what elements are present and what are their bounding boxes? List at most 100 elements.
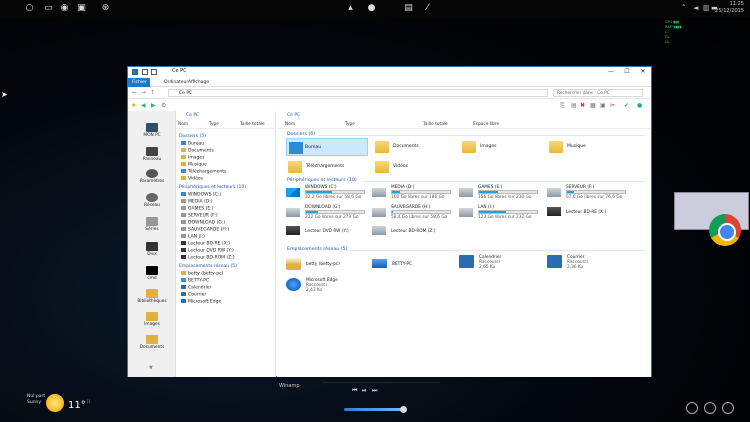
tab-fichier[interactable]: Fichier [128, 78, 150, 87]
title-bar[interactable]: Ce PC — ☐ ✕ [128, 67, 651, 78]
circle-icon[interactable]: ○ [24, 3, 35, 14]
properties-icon[interactable] [142, 69, 148, 75]
column-header-taille[interactable]: Taille totale [423, 121, 448, 129]
column-header[interactable]: Type [209, 121, 219, 129]
tab-ce-pc-left[interactable]: Ce PC [176, 111, 199, 120]
refresh-icon[interactable]: ● [637, 102, 642, 110]
monitor-icon[interactable]: ▭ [43, 3, 54, 14]
group-header-dossiers[interactable]: Dossiers (6) [287, 132, 315, 137]
maximize-button[interactable]: ☐ [619, 67, 635, 77]
nav-item[interactable]: MEDIA (D:) [181, 199, 213, 205]
steam-icon[interactable]: ⊛ [100, 3, 111, 14]
back-icon[interactable]: ← [132, 89, 137, 96]
nav-item[interactable]: Téléchargements [181, 169, 226, 175]
strip-item-images[interactable]: Images [128, 312, 176, 327]
network-item[interactable]: betty (betty-pc) [286, 257, 368, 275]
strip-item-mon-pc[interactable]: MON PC [128, 123, 176, 138]
nav-back-icon[interactable]: ◀ [141, 102, 146, 110]
nav-item[interactable]: Vidéos [181, 176, 203, 182]
radio-icon[interactable]: ▣ [76, 3, 87, 14]
strip-item-divx[interactable]: Divx [128, 242, 176, 257]
network-item[interactable]: Microsoft Edge Raccourci 2,43 Ko [286, 278, 368, 300]
check-icon[interactable]: ✔ [624, 102, 629, 110]
nav-forward-icon[interactable]: ▶ [151, 102, 156, 110]
strip-item-reseau[interactable]: Réseau [128, 193, 176, 208]
strip-item-documents[interactable]: Documents [128, 335, 176, 350]
nav-item[interactable]: Lecteur DVD RW (Y:) [181, 248, 234, 254]
nav-item[interactable]: betty (betty-pc) [181, 271, 223, 277]
nav-item[interactable]: Images [181, 155, 204, 161]
address-bar[interactable]: Ce PC [168, 89, 548, 97]
folder-item-videos[interactable]: Vidéos [375, 161, 455, 175]
nav-group[interactable]: Dossiers (5) [179, 134, 206, 139]
pen-icon[interactable]: ⁄ [422, 3, 433, 14]
nav-item[interactable]: GAMES (E:) [181, 206, 213, 212]
globe-icon[interactable]: ● [366, 3, 377, 14]
network-icon[interactable]: ▥ [703, 4, 710, 12]
drive-item[interactable]: GAMES (E:) 156 Go libres sur 230 Go [459, 185, 541, 202]
delete-icon[interactable]: ✖ [580, 102, 585, 110]
nav-group[interactable]: Périphériques et lecteurs (10) [179, 185, 246, 190]
new-folder-icon[interactable] [151, 69, 157, 75]
drive-item[interactable]: Lecteur BD-RE (X:) [547, 207, 637, 219]
nav-item[interactable]: SAUVEGARDE (H:) [181, 227, 229, 233]
column-header[interactable]: Taille totale [240, 121, 265, 129]
strip-item-series[interactable]: Séries [128, 217, 176, 232]
nav-item[interactable]: Musique [181, 162, 207, 168]
drive-item[interactable]: LAN (I:) 123 Go libres sur 232 Go [459, 205, 541, 222]
folder-item-musique[interactable]: Musique [549, 141, 629, 155]
nav-item[interactable]: Lecteur BD-ROM (Z:) [181, 255, 235, 261]
network-item[interactable]: BETTY-PC [372, 257, 454, 275]
column-header-espace[interactable]: Espace libre [473, 121, 499, 129]
folder-item-documents[interactable]: Documents [375, 141, 455, 155]
minimize-button[interactable]: — [603, 67, 619, 77]
drive-item[interactable]: SAUVEGARDE (H:) 58,4 Go libres sur 58,6 … [372, 205, 454, 222]
folder-item-images[interactable]: Images [462, 141, 542, 155]
tab-ce-pc[interactable]: Ce PC [277, 111, 300, 120]
power-icon[interactable] [686, 402, 698, 414]
network-item[interactable]: Calendrier Raccourci 2,65 Ko [459, 255, 541, 277]
strip-item-bibliotheques[interactable]: Bibliothèques [128, 289, 176, 304]
column-header[interactable]: Nom [178, 121, 188, 129]
nav-item[interactable]: LAN (I:) [181, 234, 205, 240]
bar-icon[interactable]: ▴ [345, 3, 356, 14]
clock[interactable]: 11:25 25/12/2015 [715, 1, 744, 15]
scroll-down-icon[interactable]: ▼ [149, 365, 153, 371]
cut-icon[interactable]: ✂ [610, 102, 615, 110]
settings-icon[interactable]: ⚙ [161, 102, 166, 110]
volume-slider[interactable] [344, 408, 404, 411]
strip-item-cmd[interactable]: cmd [128, 266, 176, 281]
play-pause-icon[interactable]: ⏯ [362, 387, 367, 395]
close-button[interactable]: ✕ [635, 67, 651, 77]
camera-icon[interactable]: ◉ [59, 3, 70, 14]
nav-item[interactable]: BETTY-PC [181, 278, 209, 284]
folder-item-bureau[interactable]: Bureau [286, 138, 368, 156]
drive-item[interactable]: SERVEUR (F:) 67,6 Go libres sur 76,6 Go [547, 185, 637, 202]
network-item[interactable]: Courrier Raccourci 2,36 Ko [547, 255, 629, 277]
properties-icon[interactable]: ▣ [600, 102, 606, 110]
next-icon[interactable]: ⏭ [372, 387, 377, 395]
paste-icon[interactable]: ▤ [571, 102, 577, 110]
up-icon[interactable]: ↑ [150, 89, 155, 96]
drive-item[interactable]: DOWNLOAD (G:) 222 Go libres sur 279 Go [286, 205, 368, 222]
menu-icon[interactable]: ▤ [403, 3, 414, 14]
speaker-icon[interactable]: ◄ [693, 4, 698, 12]
strip-item-parametres[interactable]: Paramètres [128, 169, 176, 184]
chrome-icon[interactable] [709, 214, 741, 246]
nav-group[interactable]: Emplacements réseau (5) [179, 264, 237, 269]
sleep-icon[interactable] [722, 402, 734, 414]
star-icon[interactable]: ★ [131, 102, 136, 110]
drive-item[interactable]: Lecteur DVD RW (Y:) [286, 226, 368, 238]
group-header-reseau[interactable]: Emplacements réseau (5) [287, 247, 347, 252]
rename-icon[interactable]: ▦ [590, 102, 596, 110]
nav-item[interactable]: Documents [181, 148, 214, 154]
tab-affichage[interactable]: Affichage [184, 78, 213, 87]
column-header-type[interactable]: Type [345, 121, 355, 129]
nav-item[interactable]: Microsoft Edge [181, 299, 221, 305]
column-header-nom[interactable]: Nom [285, 121, 295, 129]
nav-item[interactable]: Bureau [181, 141, 204, 147]
nav-item[interactable]: DOWNLOAD (G:) [181, 220, 225, 226]
volume-knob[interactable] [400, 406, 407, 413]
drive-item[interactable]: Lecteur BD-ROM (Z:) [372, 226, 454, 238]
nav-item[interactable]: Lecteur BD-RE (X:) [181, 241, 230, 247]
